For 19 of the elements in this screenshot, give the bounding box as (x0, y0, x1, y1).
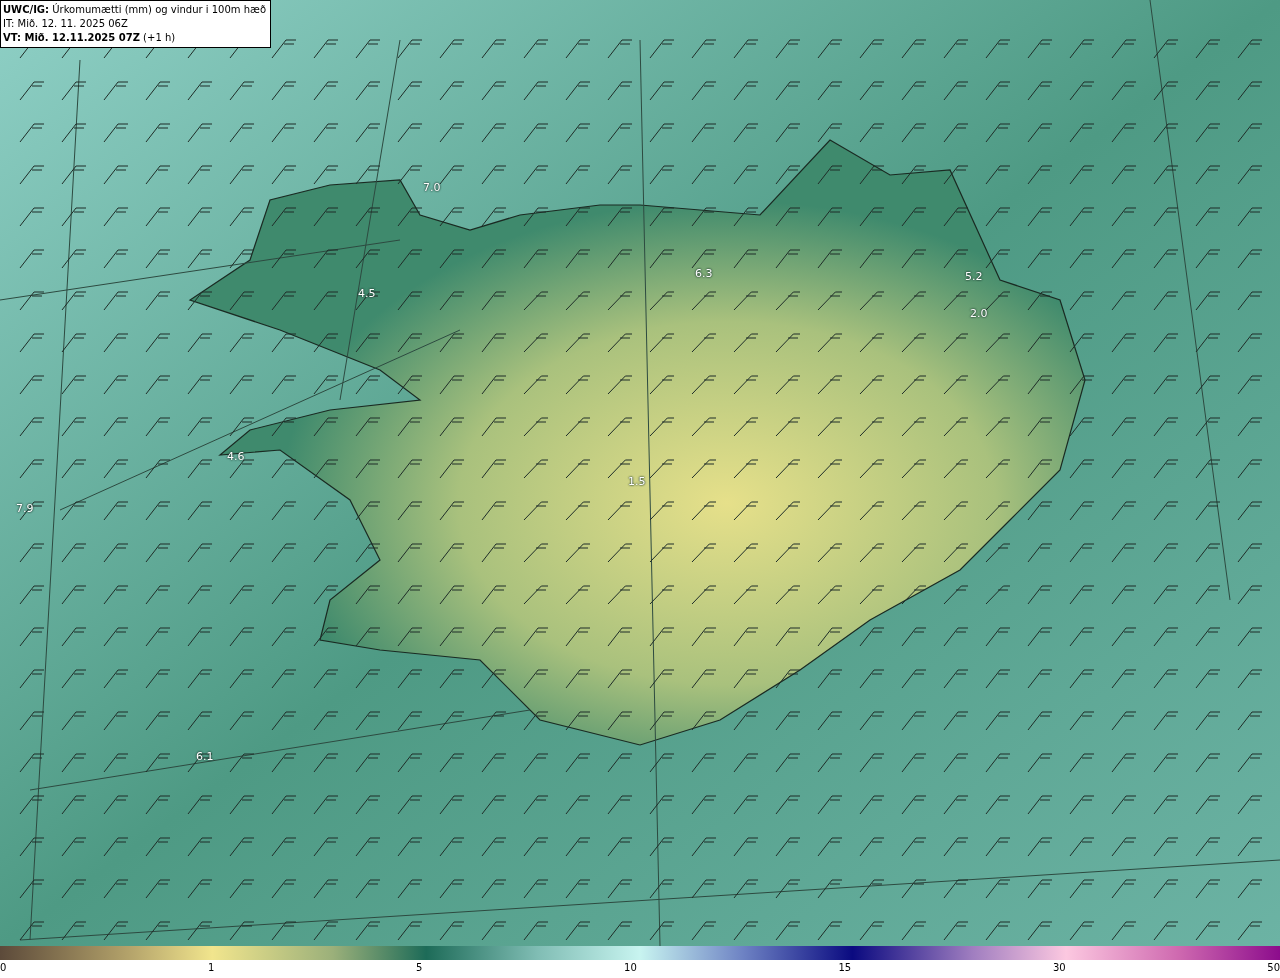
scale-tick-label: 15 (838, 962, 852, 974)
scale-tick-label: 1 (208, 962, 215, 974)
map-value-label: 1.5 (628, 475, 646, 488)
map-value-label: 4.5 (358, 287, 376, 300)
map-title: UWC/IG: Úrkomumætti (mm) og vindur i 100m hæð (3, 3, 267, 17)
map-value-label: 5.2 (965, 270, 983, 283)
scale-tick-label: 0 (0, 962, 7, 974)
scale-tick-label: 10 (624, 962, 637, 974)
map-value-label: 7.9 (16, 502, 34, 515)
scale-tick-label: 30 (1052, 962, 1066, 974)
scale-tick-label: 50 (1267, 962, 1280, 974)
valid-time: VT: Mið. 12.11.2025 07Z (+1 h) (3, 31, 177, 45)
map-value-label: 2.0 (970, 307, 988, 320)
issue-time: IT: Mið. 12. 11. 2025 06Z (3, 17, 129, 31)
map-value-label: 7.0 (423, 181, 441, 194)
scale-tick-label: 5 (416, 962, 423, 974)
map-value-label: 6.3 (695, 267, 713, 280)
map-value-label: 6.1 (196, 750, 214, 763)
map-value-label: 4.6 (227, 450, 245, 463)
